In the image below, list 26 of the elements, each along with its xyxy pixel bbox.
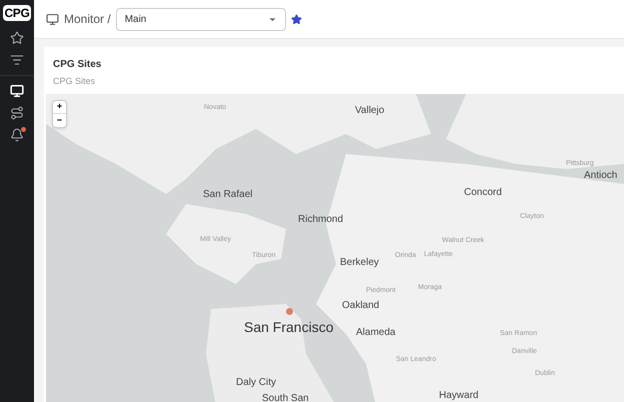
panel-title: CPG Sites [52,58,102,72]
monitor-icon [46,12,59,26]
map-label: San Rafael [203,190,252,200]
zoom-in-button[interactable]: + [53,100,66,114]
map-label: Oakland [342,300,380,310]
list-search-icon[interactable] [10,53,24,67]
map-label: South San [262,394,309,402]
map-label: Berkeley [340,258,379,268]
map-label: Hayward [439,390,478,400]
route-icon[interactable] [10,106,24,120]
map-label: Antioch [584,170,618,180]
bell-icon[interactable] [10,128,24,142]
map-label: Concord [464,188,502,198]
breadcrumb: Monitor / [64,11,111,28]
dashboard-select[interactable]: Main [116,8,286,30]
favorite-star-icon[interactable] [290,14,302,24]
map-label: Vallejo [355,106,384,116]
map-label: Alameda [356,328,396,338]
logo[interactable]: CPG [3,5,31,21]
map-label: Richmond [298,214,344,224]
star-icon[interactable] [10,31,24,45]
map-label: Daly City [236,378,276,388]
panel-subtitle: CPG Sites [52,75,96,88]
monitor-icon[interactable] [10,84,24,98]
zoom-out-button[interactable]: − [53,114,66,126]
map-label: San Francisco [244,320,334,334]
